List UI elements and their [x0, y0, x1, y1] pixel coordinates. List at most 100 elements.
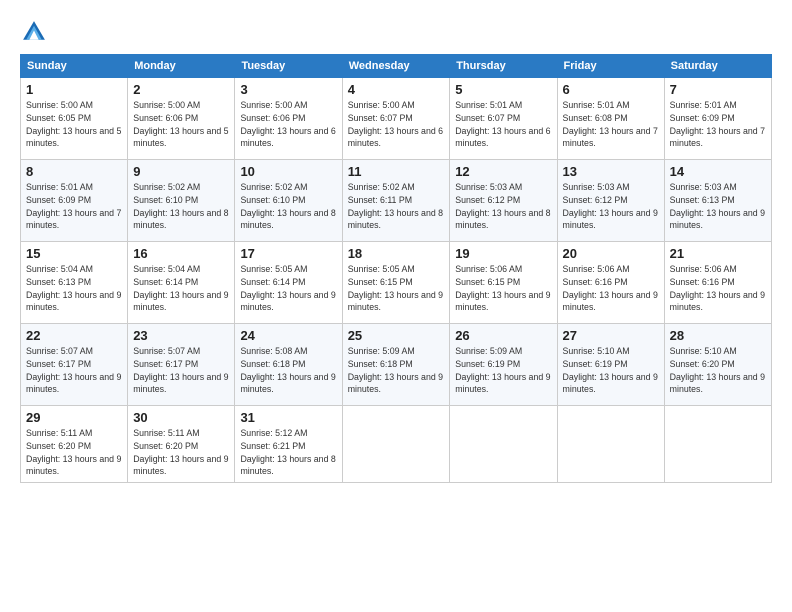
calendar-cell: 17 Sunrise: 5:05 AMSunset: 6:14 PMDaylig… — [235, 242, 342, 324]
day-detail: Sunrise: 5:04 AMSunset: 6:14 PMDaylight:… — [133, 264, 228, 312]
day-detail: Sunrise: 5:07 AMSunset: 6:17 PMDaylight:… — [133, 346, 228, 394]
calendar-cell: 24 Sunrise: 5:08 AMSunset: 6:18 PMDaylig… — [235, 324, 342, 406]
day-number: 28 — [670, 328, 766, 343]
day-detail: Sunrise: 5:02 AMSunset: 6:10 PMDaylight:… — [240, 182, 335, 230]
calendar-cell: 11 Sunrise: 5:02 AMSunset: 6:11 PMDaylig… — [342, 160, 450, 242]
day-number: 2 — [133, 82, 229, 97]
day-detail: Sunrise: 5:02 AMSunset: 6:11 PMDaylight:… — [348, 182, 443, 230]
day-detail: Sunrise: 5:05 AMSunset: 6:14 PMDaylight:… — [240, 264, 335, 312]
calendar-cell: 25 Sunrise: 5:09 AMSunset: 6:18 PMDaylig… — [342, 324, 450, 406]
calendar-cell: 16 Sunrise: 5:04 AMSunset: 6:14 PMDaylig… — [128, 242, 235, 324]
calendar-cell: 13 Sunrise: 5:03 AMSunset: 6:12 PMDaylig… — [557, 160, 664, 242]
calendar-cell: 26 Sunrise: 5:09 AMSunset: 6:19 PMDaylig… — [450, 324, 557, 406]
col-header-sunday: Sunday — [21, 55, 128, 78]
day-number: 21 — [670, 246, 766, 261]
day-detail: Sunrise: 5:06 AMSunset: 6:15 PMDaylight:… — [455, 264, 550, 312]
logo-icon — [20, 18, 48, 46]
calendar-week-4: 22 Sunrise: 5:07 AMSunset: 6:17 PMDaylig… — [21, 324, 772, 406]
calendar-cell: 30 Sunrise: 5:11 AMSunset: 6:20 PMDaylig… — [128, 406, 235, 483]
day-detail: Sunrise: 5:05 AMSunset: 6:15 PMDaylight:… — [348, 264, 443, 312]
calendar-cell: 6 Sunrise: 5:01 AMSunset: 6:08 PMDayligh… — [557, 78, 664, 160]
day-detail: Sunrise: 5:01 AMSunset: 6:09 PMDaylight:… — [26, 182, 121, 230]
day-number: 19 — [455, 246, 551, 261]
day-detail: Sunrise: 5:01 AMSunset: 6:07 PMDaylight:… — [455, 100, 550, 148]
col-header-saturday: Saturday — [664, 55, 771, 78]
day-number: 16 — [133, 246, 229, 261]
day-number: 7 — [670, 82, 766, 97]
day-detail: Sunrise: 5:04 AMSunset: 6:13 PMDaylight:… — [26, 264, 121, 312]
day-detail: Sunrise: 5:03 AMSunset: 6:13 PMDaylight:… — [670, 182, 765, 230]
calendar-cell — [342, 406, 450, 483]
day-detail: Sunrise: 5:09 AMSunset: 6:18 PMDaylight:… — [348, 346, 443, 394]
day-number: 17 — [240, 246, 336, 261]
day-detail: Sunrise: 5:03 AMSunset: 6:12 PMDaylight:… — [455, 182, 550, 230]
calendar-cell: 31 Sunrise: 5:12 AMSunset: 6:21 PMDaylig… — [235, 406, 342, 483]
calendar-cell: 21 Sunrise: 5:06 AMSunset: 6:16 PMDaylig… — [664, 242, 771, 324]
day-number: 3 — [240, 82, 336, 97]
calendar-cell: 27 Sunrise: 5:10 AMSunset: 6:19 PMDaylig… — [557, 324, 664, 406]
col-header-friday: Friday — [557, 55, 664, 78]
day-detail: Sunrise: 5:01 AMSunset: 6:08 PMDaylight:… — [563, 100, 658, 148]
calendar-cell: 22 Sunrise: 5:07 AMSunset: 6:17 PMDaylig… — [21, 324, 128, 406]
day-number: 1 — [26, 82, 122, 97]
day-number: 24 — [240, 328, 336, 343]
calendar-cell: 14 Sunrise: 5:03 AMSunset: 6:13 PMDaylig… — [664, 160, 771, 242]
col-header-monday: Monday — [128, 55, 235, 78]
day-detail: Sunrise: 5:01 AMSunset: 6:09 PMDaylight:… — [670, 100, 765, 148]
calendar-cell — [450, 406, 557, 483]
calendar-week-2: 8 Sunrise: 5:01 AMSunset: 6:09 PMDayligh… — [21, 160, 772, 242]
day-number: 4 — [348, 82, 445, 97]
calendar-cell — [557, 406, 664, 483]
calendar-week-1: 1 Sunrise: 5:00 AMSunset: 6:05 PMDayligh… — [21, 78, 772, 160]
calendar-week-5: 29 Sunrise: 5:11 AMSunset: 6:20 PMDaylig… — [21, 406, 772, 483]
calendar-cell: 23 Sunrise: 5:07 AMSunset: 6:17 PMDaylig… — [128, 324, 235, 406]
calendar-cell: 2 Sunrise: 5:00 AMSunset: 6:06 PMDayligh… — [128, 78, 235, 160]
col-header-wednesday: Wednesday — [342, 55, 450, 78]
calendar-cell: 1 Sunrise: 5:00 AMSunset: 6:05 PMDayligh… — [21, 78, 128, 160]
day-number: 5 — [455, 82, 551, 97]
day-number: 14 — [670, 164, 766, 179]
day-number: 11 — [348, 164, 445, 179]
day-detail: Sunrise: 5:11 AMSunset: 6:20 PMDaylight:… — [26, 428, 121, 476]
calendar-cell: 8 Sunrise: 5:01 AMSunset: 6:09 PMDayligh… — [21, 160, 128, 242]
day-number: 9 — [133, 164, 229, 179]
calendar-week-3: 15 Sunrise: 5:04 AMSunset: 6:13 PMDaylig… — [21, 242, 772, 324]
header — [20, 18, 772, 46]
day-detail: Sunrise: 5:00 AMSunset: 6:06 PMDaylight:… — [133, 100, 228, 148]
calendar-cell: 7 Sunrise: 5:01 AMSunset: 6:09 PMDayligh… — [664, 78, 771, 160]
day-number: 20 — [563, 246, 659, 261]
day-number: 12 — [455, 164, 551, 179]
day-number: 31 — [240, 410, 336, 425]
day-detail: Sunrise: 5:00 AMSunset: 6:05 PMDaylight:… — [26, 100, 121, 148]
calendar-cell: 19 Sunrise: 5:06 AMSunset: 6:15 PMDaylig… — [450, 242, 557, 324]
day-detail: Sunrise: 5:10 AMSunset: 6:20 PMDaylight:… — [670, 346, 765, 394]
calendar-header-row: SundayMondayTuesdayWednesdayThursdayFrid… — [21, 55, 772, 78]
calendar-cell: 5 Sunrise: 5:01 AMSunset: 6:07 PMDayligh… — [450, 78, 557, 160]
day-number: 29 — [26, 410, 122, 425]
day-number: 15 — [26, 246, 122, 261]
day-detail: Sunrise: 5:00 AMSunset: 6:06 PMDaylight:… — [240, 100, 335, 148]
calendar-cell: 29 Sunrise: 5:11 AMSunset: 6:20 PMDaylig… — [21, 406, 128, 483]
calendar-cell: 15 Sunrise: 5:04 AMSunset: 6:13 PMDaylig… — [21, 242, 128, 324]
calendar-table: SundayMondayTuesdayWednesdayThursdayFrid… — [20, 54, 772, 483]
day-number: 13 — [563, 164, 659, 179]
calendar-cell — [664, 406, 771, 483]
day-detail: Sunrise: 5:06 AMSunset: 6:16 PMDaylight:… — [563, 264, 658, 312]
logo — [20, 18, 52, 46]
day-number: 8 — [26, 164, 122, 179]
day-number: 30 — [133, 410, 229, 425]
day-detail: Sunrise: 5:07 AMSunset: 6:17 PMDaylight:… — [26, 346, 121, 394]
day-number: 22 — [26, 328, 122, 343]
day-number: 25 — [348, 328, 445, 343]
day-number: 27 — [563, 328, 659, 343]
day-detail: Sunrise: 5:09 AMSunset: 6:19 PMDaylight:… — [455, 346, 550, 394]
calendar-cell: 28 Sunrise: 5:10 AMSunset: 6:20 PMDaylig… — [664, 324, 771, 406]
day-detail: Sunrise: 5:02 AMSunset: 6:10 PMDaylight:… — [133, 182, 228, 230]
day-detail: Sunrise: 5:00 AMSunset: 6:07 PMDaylight:… — [348, 100, 443, 148]
calendar-cell: 9 Sunrise: 5:02 AMSunset: 6:10 PMDayligh… — [128, 160, 235, 242]
col-header-thursday: Thursday — [450, 55, 557, 78]
day-detail: Sunrise: 5:03 AMSunset: 6:12 PMDaylight:… — [563, 182, 658, 230]
calendar-cell: 10 Sunrise: 5:02 AMSunset: 6:10 PMDaylig… — [235, 160, 342, 242]
day-detail: Sunrise: 5:08 AMSunset: 6:18 PMDaylight:… — [240, 346, 335, 394]
day-number: 6 — [563, 82, 659, 97]
